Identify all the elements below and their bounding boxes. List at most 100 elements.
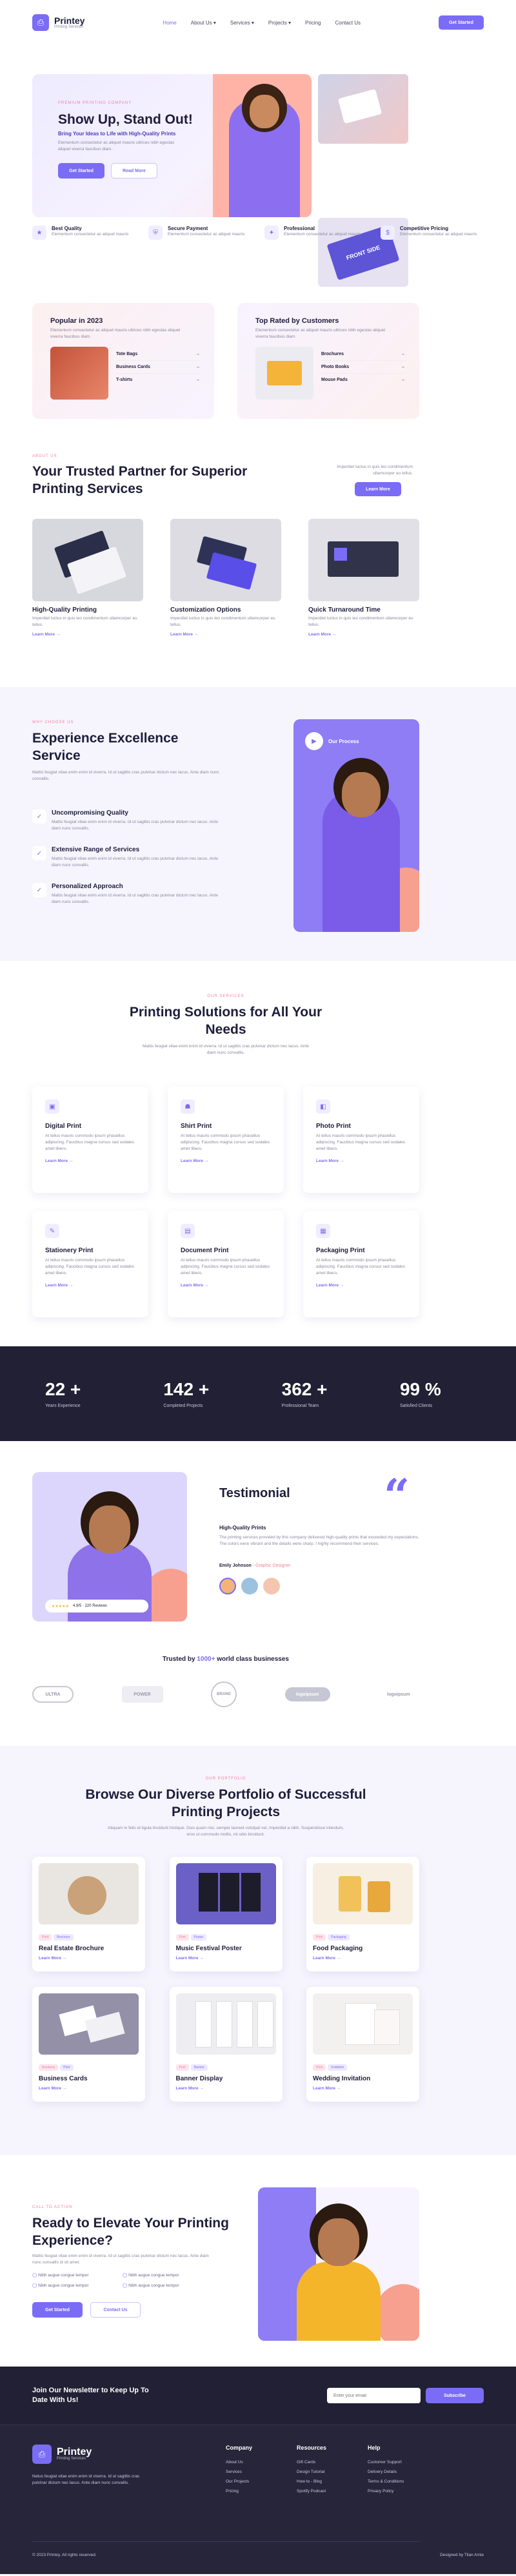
portfolio-card-link[interactable]: Learn More →: [39, 2086, 139, 2091]
popular-item[interactable]: Tote Bags →: [116, 348, 200, 361]
professional-icon: ✦: [264, 226, 279, 240]
service-card: ☗ Shirt Print At tellus mauris commodo ips…: [168, 1087, 284, 1193]
avatar[interactable]: [219, 1578, 236, 1594]
popular-item[interactable]: Business Cards →: [116, 361, 200, 374]
brand-tagline: Printing Services: [54, 25, 84, 29]
check-icon: ◯: [123, 2283, 128, 2288]
footer-link[interactable]: Privacy Policy: [368, 2486, 419, 2496]
footer-link[interactable]: Customer Support: [368, 2457, 419, 2467]
service-link[interactable]: Learn More →: [181, 1159, 271, 1163]
stat-value: 99 %: [399, 1379, 441, 1399]
footer-divider: [32, 2541, 419, 2542]
partner-card-desc: Imperdiet luctus in quis leo condimentum…: [308, 616, 413, 627]
portfolio-card: Print Poster Music Festival Poster Learn Mo…: [169, 1857, 283, 1971]
nav-contact[interactable]: Contact Us: [335, 20, 361, 26]
check-label: Nibh augue congue tempor: [38, 2273, 89, 2278]
feature-desc: Elementum consectetur ac aliquet mauris: [52, 232, 129, 237]
nav-about[interactable]: About Us ▾: [191, 20, 216, 26]
feature-item: $ Competitive Pricing Elementum consectetu…: [381, 226, 484, 240]
excellence-item: ✓ Uncompromising Quality Mattis feugiat vi…: [32, 809, 226, 832]
footer-link[interactable]: About Us: [226, 2457, 277, 2467]
business-cards-image: [39, 1993, 139, 2055]
partner-card-link[interactable]: Learn More →: [170, 632, 281, 637]
play-icon[interactable]: ▶: [305, 732, 323, 750]
avatar[interactable]: [241, 1578, 258, 1594]
service-title: Packaging Print: [316, 1247, 365, 1254]
client-logo: ULTRA: [32, 1686, 74, 1703]
link-label: Learn More: [308, 632, 332, 637]
brand-logo[interactable]: ⎙ Printey Printing Services: [32, 14, 84, 31]
footer-link[interactable]: Design Tutorial: [297, 2467, 348, 2477]
feature-title: Competitive Pricing: [400, 226, 449, 231]
top-rated-item[interactable]: Photo Books →: [321, 361, 405, 374]
footer-link[interactable]: Gift Cards: [297, 2457, 348, 2467]
check-item: ◯ Nibh augue congue tempor: [123, 2283, 213, 2288]
nav-pricing[interactable]: Pricing: [305, 20, 321, 26]
service-link[interactable]: Learn More →: [45, 1159, 135, 1163]
hero-eyebrow: Premium printing company: [58, 101, 132, 105]
link-label: Learn More: [175, 1956, 199, 1961]
portfolio-card: Print Invitation Wedding Invitation Learn M…: [306, 1987, 419, 2102]
document-icon: ▤: [181, 1224, 195, 1238]
nav-home[interactable]: Home: [163, 20, 176, 26]
cta-checklist: ◯ Nibh augue congue tempor ◯ Nibh augue …: [32, 2272, 213, 2288]
rating-badge: ★★★★★ 4.9/5 · 220 Reviews: [45, 1600, 148, 1612]
partner-section: About us Your Trusted Partner for Superi…: [32, 380, 484, 687]
portfolio-card-link[interactable]: Learn More →: [313, 1956, 413, 1961]
photo-icon: ◧: [316, 1099, 330, 1114]
avatar[interactable]: [263, 1578, 280, 1594]
service-desc: At tellus mauris commodo ipsum phasellus…: [316, 1134, 406, 1151]
stat-value: 22 +: [45, 1379, 81, 1399]
portfolio-card-link[interactable]: Learn More →: [176, 1956, 276, 1961]
partner-card-link[interactable]: Learn More →: [308, 632, 419, 637]
footer-link[interactable]: How to - Blog: [297, 2477, 348, 2486]
tag: Print: [175, 2064, 189, 2071]
hero-read-more-button[interactable]: Read More: [111, 163, 157, 179]
excellence-item-title: Uncompromising Quality: [52, 809, 128, 817]
partner-title: Your Trusted Partner for Superior Printi…: [32, 464, 248, 496]
nav-services[interactable]: Services ▾: [230, 20, 254, 26]
portfolio-eyebrow: Our portfolio: [205, 1777, 246, 1781]
portfolio-card-link[interactable]: Learn More →: [39, 1956, 139, 1961]
portfolio-card-link[interactable]: Learn More →: [176, 2086, 276, 2091]
tag: Business: [39, 2064, 59, 2071]
footer-link[interactable]: Terms & Conditions: [368, 2477, 419, 2486]
subscribe-button[interactable]: Subscribe: [426, 2388, 484, 2403]
service-card: ▣ Digital Print At tellus mauris commodo i…: [32, 1087, 148, 1193]
service-link[interactable]: Learn More →: [181, 1283, 271, 1288]
service-link[interactable]: Learn More →: [316, 1283, 406, 1288]
service-link[interactable]: Learn More →: [45, 1283, 135, 1288]
footer-link[interactable]: Pricing: [226, 2486, 277, 2496]
nav-projects[interactable]: Projects ▾: [268, 20, 291, 26]
check-label: Nibh augue congue tempor: [128, 2273, 179, 2278]
arrow-right-icon: →: [194, 632, 199, 637]
feature-item: ⛨ Secure Payment Elementum consectetur ac …: [148, 226, 252, 240]
stat-item: 142 + Completed Projects: [163, 1379, 234, 1408]
footer-link[interactable]: Delivery Details: [368, 2467, 419, 2477]
footer-link[interactable]: Spotify Podcast: [297, 2486, 348, 2496]
nav-projects-label: Projects: [268, 19, 287, 26]
stat-item: 99 % Satisfied Clients: [400, 1379, 471, 1408]
service-title: Shirt Print: [181, 1123, 212, 1130]
service-desc: At tellus mauris commodo ipsum phasellus…: [181, 1258, 270, 1275]
cta-contact-button[interactable]: Contact Us: [90, 2302, 141, 2318]
partner-learn-more-button[interactable]: Learn More: [355, 482, 401, 496]
footer-logo[interactable]: ⎙ Printey Printing Services: [32, 2445, 92, 2464]
cta-get-started-button[interactable]: Get Started: [32, 2302, 83, 2318]
hero-get-started-button[interactable]: Get Started: [58, 163, 104, 179]
footer-link[interactable]: Our Projects: [226, 2477, 277, 2486]
newsletter-email-input[interactable]: [327, 2388, 421, 2403]
footer-link[interactable]: Services: [226, 2467, 277, 2477]
header-cta-button[interactable]: Get Started: [439, 15, 484, 30]
footer-col: Resources Gift Cards Design Tutorial How to…: [297, 2445, 348, 2496]
process-label: Our Process: [328, 739, 359, 744]
partner-card: Quick Turnaround Time Imperdiet luctus i…: [308, 519, 419, 637]
process-video-card[interactable]: ▶ Our Process: [293, 719, 419, 932]
portfolio-card-link[interactable]: Learn More →: [313, 2086, 413, 2091]
service-link[interactable]: Learn More →: [316, 1159, 406, 1163]
partner-card-link[interactable]: Learn More →: [32, 632, 143, 637]
testimonial-section: ★★★★★ 4.9/5 · 220 Reviews Testimonial “ H…: [32, 1441, 484, 1651]
feature-desc: Elementum consectetur ac aliquet mauris: [168, 232, 245, 237]
pricing-icon: $: [381, 226, 395, 240]
top-rated-item[interactable]: Brochures →: [321, 348, 405, 361]
